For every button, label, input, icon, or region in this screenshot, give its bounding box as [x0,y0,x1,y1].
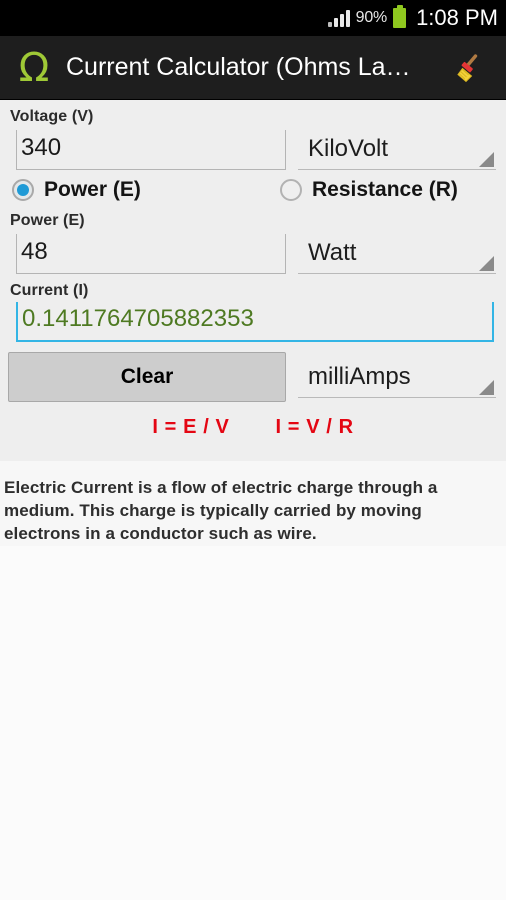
page-title: Current Calculator (Ohms La… [66,53,411,81]
voltage-input-wrap [8,130,286,170]
radio-resistance-circle-icon [280,179,302,201]
omega-logo-icon: Ω [18,44,50,91]
voltage-unit-spinner[interactable]: KiloVolt [298,128,496,170]
app-screen: 90% 1:08 PM Ω Current Calculator (Ohms L… [0,0,506,900]
action-bar: Ω Current Calculator (Ohms La… [0,36,506,100]
action-row: Clear milliAmps [8,342,498,402]
power-label: Power (E) [10,212,85,229]
current-unit-spinner[interactable]: milliAmps [298,356,496,398]
current-result-input[interactable] [16,302,494,342]
clear-button[interactable]: Clear [8,352,286,402]
chevron-down-icon [479,152,494,167]
broom-icon[interactable] [444,42,496,94]
radio-power-label: Power (E) [44,178,141,201]
power-unit-value: Watt [308,238,357,266]
description-text: Electric Current is a flow of electric c… [0,461,506,546]
power-unit-spinner[interactable]: Watt [298,232,496,274]
broom-icon-svg [457,53,478,82]
power-input-wrap [8,234,286,274]
radio-power-circle-icon [12,179,34,201]
formula-current-power: I = E / V [152,416,230,438]
mode-radio-group: Power (E) Resistance (R) [8,170,498,204]
chevron-down-icon [479,256,494,271]
battery-icon [393,5,407,28]
radio-power[interactable]: Power (E) [12,178,280,202]
radio-resistance-label: Resistance (R) [312,178,458,201]
current-label: Current (I) [10,282,89,299]
current-row [8,302,498,342]
formula-current-resistance: I = V / R [275,416,354,438]
voltage-input[interactable] [16,130,286,170]
chevron-down-icon [479,380,494,395]
battery-percent-label: 90% [355,9,388,26]
status-bar-clock: 1:08 PM [416,5,498,30]
power-input[interactable] [16,234,286,274]
status-bar: 90% 1:08 PM [0,0,506,36]
current-unit-value: milliAmps [308,362,411,390]
radio-resistance[interactable]: Resistance (R) [280,178,458,202]
voltage-unit-value: KiloVolt [308,134,389,162]
current-input-wrap [8,302,498,342]
signal-bars-icon [327,9,350,27]
voltage-row: KiloVolt [8,128,498,170]
power-row: Watt [8,232,498,274]
calculator-form: Voltage (V) KiloVolt Power (E) Resistanc… [0,100,506,461]
formula-row: I = E / V I = V / R [8,402,498,451]
voltage-label: Voltage (V) [10,108,94,125]
